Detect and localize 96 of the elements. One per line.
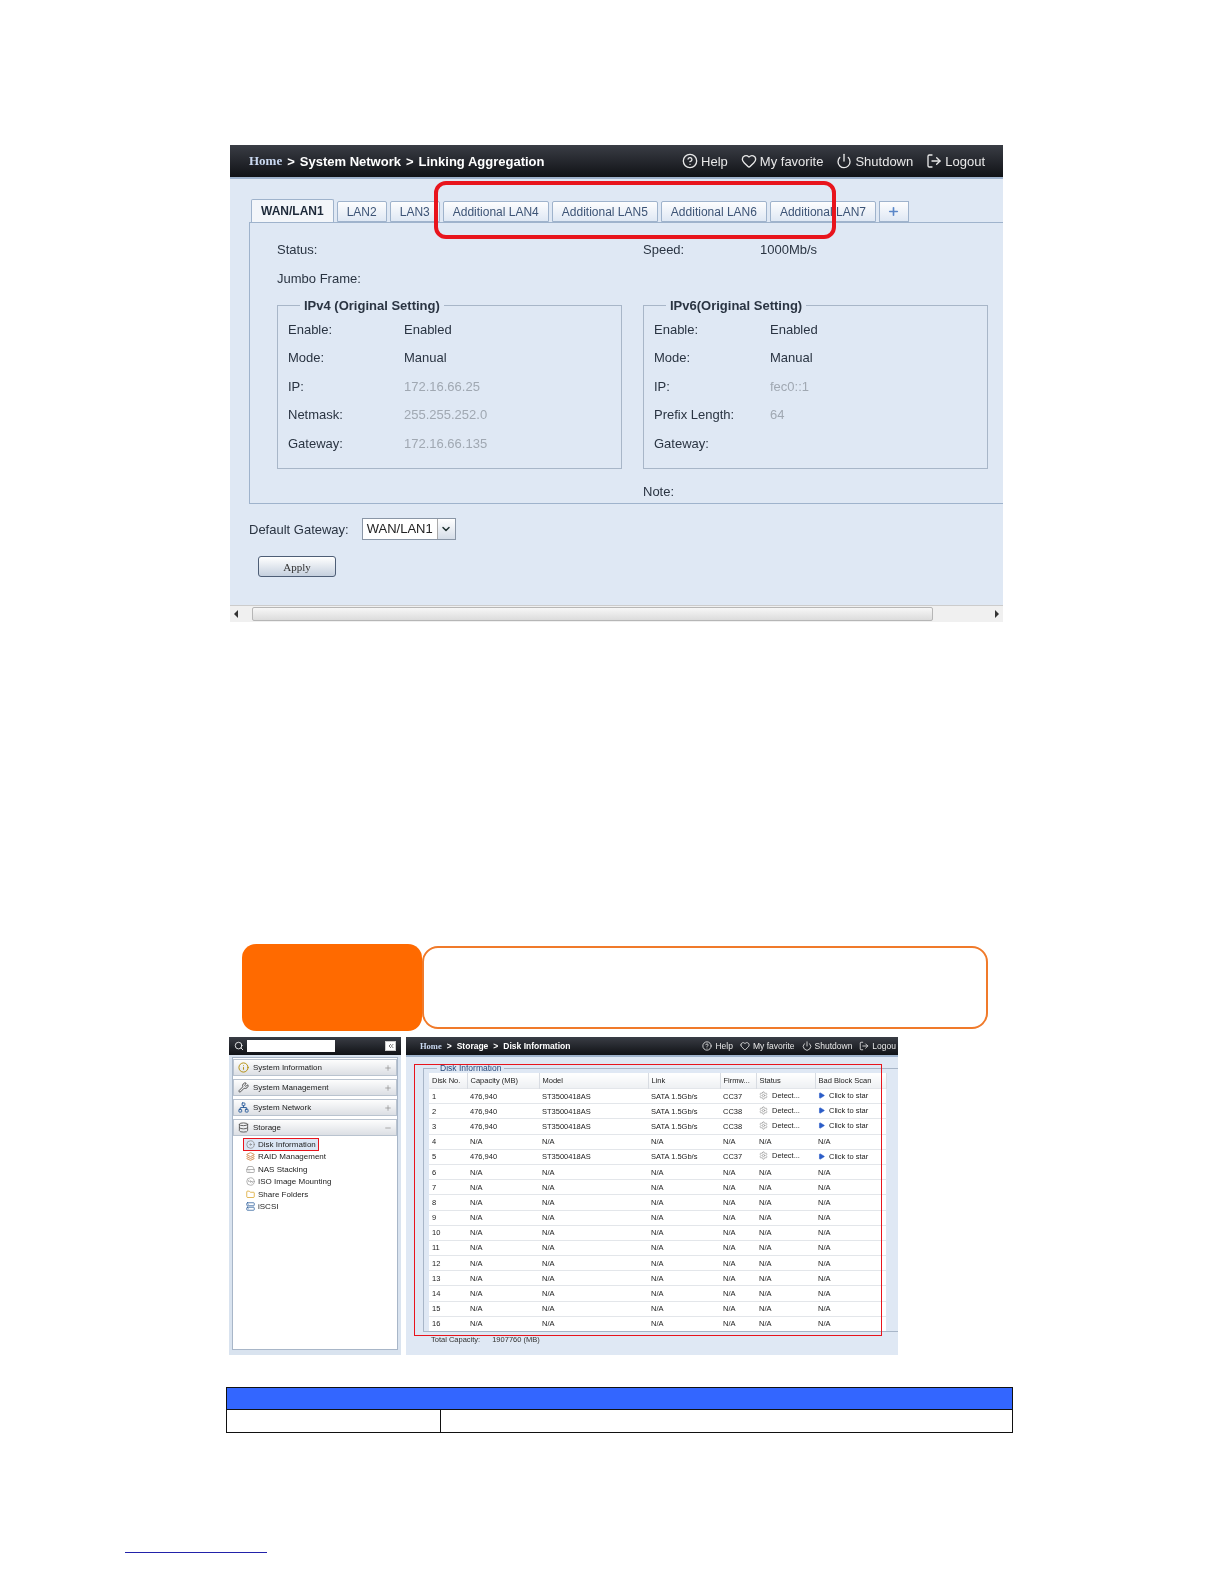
network-icon <box>238 1102 249 1113</box>
gear-icon <box>759 1090 768 1100</box>
double-chevron-icon <box>386 1042 395 1050</box>
field-value: Manual <box>404 350 447 366</box>
dropdown-button[interactable] <box>436 519 455 540</box>
toolbar-link[interactable]: Logout <box>926 153 985 169</box>
menu-item[interactable]: Share Folders <box>243 1188 312 1201</box>
tab[interactable]: Additional LAN5 <box>551 201 658 222</box>
tab[interactable]: Additional LAN4 <box>442 201 549 222</box>
breadcrumb-separator: > <box>493 1041 499 1051</box>
field-label: Status: <box>277 241 319 257</box>
toolbar-link[interactable]: My favorite <box>739 1041 795 1051</box>
help-icon <box>682 153 699 169</box>
toolbar-link[interactable]: Logou <box>859 1041 896 1051</box>
heart-icon <box>739 1041 750 1051</box>
add-tab-button[interactable] <box>879 201 909 222</box>
toolbar-link[interactable]: Shutdown <box>801 1041 853 1051</box>
field-value: Manual <box>770 350 813 366</box>
field-label: Mode: <box>288 350 326 366</box>
tab[interactable]: Additional LAN7 <box>769 201 876 222</box>
field-value: Enabled <box>404 321 452 337</box>
plus-icon <box>887 205 901 218</box>
search-icon <box>234 1041 244 1051</box>
field-label: IP: <box>288 378 305 394</box>
toolbar-link[interactable]: Help <box>682 153 728 169</box>
breadcrumb-separator: > <box>405 153 414 169</box>
heart-icon <box>740 153 757 169</box>
breadcrumb-link[interactable]: Linking Aggregation <box>418 153 545 169</box>
search-field[interactable] <box>247 1040 335 1052</box>
disc-icon <box>246 1139 255 1149</box>
server-icon <box>246 1202 255 1212</box>
logout-icon <box>926 153 943 169</box>
horizontal-scrollbar[interactable] <box>230 605 1003 622</box>
field-label: Enable: <box>654 321 700 337</box>
group-title: IPv4 (Original Setting) <box>303 298 441 313</box>
menu-item[interactable]: iSCSI <box>243 1200 282 1213</box>
menu-group[interactable]: System Network <box>233 1099 397 1116</box>
menu-item[interactable]: RAID Management <box>243 1150 330 1163</box>
field-label: Gateway: <box>288 435 344 451</box>
gear-icon <box>759 1120 768 1130</box>
gateway-dropdown[interactable]: WAN/LAN1 <box>361 518 456 541</box>
power-icon <box>836 153 853 169</box>
field-label: Mode: <box>654 350 692 366</box>
breadcrumb-link[interactable]: Disk Information <box>503 1041 571 1051</box>
breadcrumb-link[interactable]: Storage <box>456 1041 489 1051</box>
play-icon <box>818 1152 825 1160</box>
toolbar-link[interactable]: Help <box>702 1041 733 1051</box>
wrench-icon <box>238 1082 249 1093</box>
folder-icon <box>246 1189 255 1199</box>
field-label: Prefix Length: <box>654 407 736 423</box>
disc-icon <box>246 1177 255 1187</box>
info-icon <box>238 1062 249 1073</box>
tab[interactable]: Additional LAN6 <box>660 201 767 222</box>
field-label: Note: <box>643 484 675 499</box>
menu-item[interactable]: ISO Image Mounting <box>243 1175 335 1188</box>
apply-button[interactable]: Apply <box>258 556 336 578</box>
group-title: IPv6(Original Setting) <box>669 298 804 313</box>
help-icon <box>702 1041 713 1051</box>
field-label: Enable: <box>288 321 334 337</box>
breadcrumb-link[interactable]: System Network <box>299 153 401 169</box>
breadcrumb-separator: > <box>287 153 295 169</box>
menu-group[interactable]: System Management <box>233 1079 397 1096</box>
tab[interactable]: LAN3 <box>389 201 440 222</box>
field-value: 172.16.66.25 <box>404 378 480 394</box>
drive-icon <box>246 1164 255 1174</box>
menu-group[interactable]: Storage <box>233 1119 397 1136</box>
field-value: 1000Mb/s <box>760 241 818 257</box>
collapse-button[interactable] <box>385 1041 396 1051</box>
field-label: Gateway: <box>654 435 710 451</box>
field-label: Netmask: <box>288 407 344 423</box>
logout-icon <box>859 1041 870 1051</box>
layers-icon <box>246 1152 255 1162</box>
tab[interactable]: LAN2 <box>336 201 387 222</box>
field-value: Enabled <box>770 321 818 337</box>
toolbar-link[interactable]: Shutdown <box>836 153 914 169</box>
field-value: 64 <box>770 407 785 423</box>
field-value: 172.16.66.135 <box>404 435 488 451</box>
tab[interactable]: WAN/LAN1 <box>251 199 334 222</box>
gear-icon <box>759 1151 768 1161</box>
panel-title: Disk Information <box>439 1063 503 1073</box>
gear-icon <box>759 1105 768 1115</box>
breadcrumb-link[interactable]: Home <box>249 153 283 169</box>
power-icon <box>801 1041 812 1051</box>
toolbar-link[interactable]: My favorite <box>740 153 824 169</box>
field-label: Default Gateway: <box>249 521 349 537</box>
menu-item[interactable]: NAS Stacking <box>243 1163 311 1176</box>
field-label: Speed: <box>643 241 686 257</box>
field-label: Jumbo Frame: <box>277 270 361 286</box>
menu-group[interactable]: System Information <box>233 1059 397 1076</box>
menu-item[interactable]: Disk Information <box>243 1138 319 1151</box>
field-value: 255.255.252.0 <box>404 407 488 423</box>
breadcrumb-separator: > <box>446 1041 452 1051</box>
field-label: IP: <box>654 378 671 394</box>
field-value: fec0::1 <box>770 378 810 394</box>
breadcrumb-link[interactable]: Home <box>420 1041 442 1051</box>
database-icon <box>238 1122 249 1133</box>
